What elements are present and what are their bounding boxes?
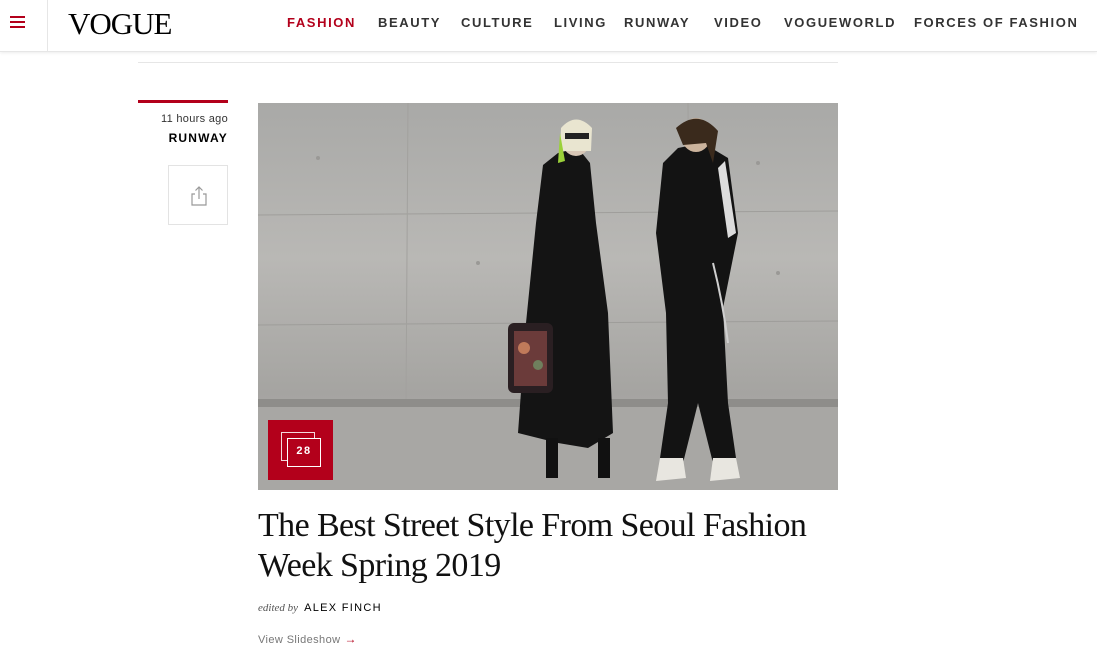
hamburger-menu-icon[interactable] <box>0 0 48 52</box>
article-headline[interactable]: The Best Street Style From Seoul Fashion… <box>258 506 848 586</box>
site-logo[interactable]: VOGUE <box>68 6 172 42</box>
author-link[interactable]: ALEX FINCH <box>304 602 382 614</box>
channel-link[interactable]: RUNWAY <box>138 131 228 145</box>
nav-item-fashion[interactable]: FASHION <box>287 14 356 32</box>
arrow-right-icon: → <box>344 632 357 646</box>
nav-item-living[interactable]: LIVING <box>554 14 607 32</box>
nav-item-culture[interactable]: CULTURE <box>461 14 533 32</box>
meta-accent-rule <box>138 100 228 103</box>
byline: edited by ALEX FINCH <box>258 602 382 614</box>
site-header: VOGUE FASHION BEAUTY CULTURE LIVING RUNW… <box>0 0 1097 52</box>
nav-item-runway[interactable]: RUNWAY <box>624 14 690 32</box>
nav-item-video[interactable]: VIDEO <box>714 14 762 32</box>
edited-by-label: edited by <box>258 602 299 614</box>
publish-time: 11 hours ago <box>160 113 228 125</box>
share-icon <box>191 186 207 206</box>
nav-item-vogueworld[interactable]: VOGUEWORLD <box>784 14 896 32</box>
view-slideshow-link[interactable]: View Slideshow → <box>258 632 357 646</box>
nav-item-beauty[interactable]: BEAUTY <box>378 14 441 32</box>
street-style-photo <box>258 103 838 490</box>
nav-item-forces-of-fashion[interactable]: FORCES OF FASHION <box>914 14 1078 32</box>
slide-count: 28 <box>296 445 312 457</box>
section-divider <box>138 62 838 63</box>
share-button[interactable] <box>168 165 228 225</box>
slideshow-count-badge[interactable]: 28 <box>268 420 333 480</box>
view-slideshow-label: View Slideshow <box>258 634 341 646</box>
article-hero-image[interactable] <box>258 103 838 490</box>
